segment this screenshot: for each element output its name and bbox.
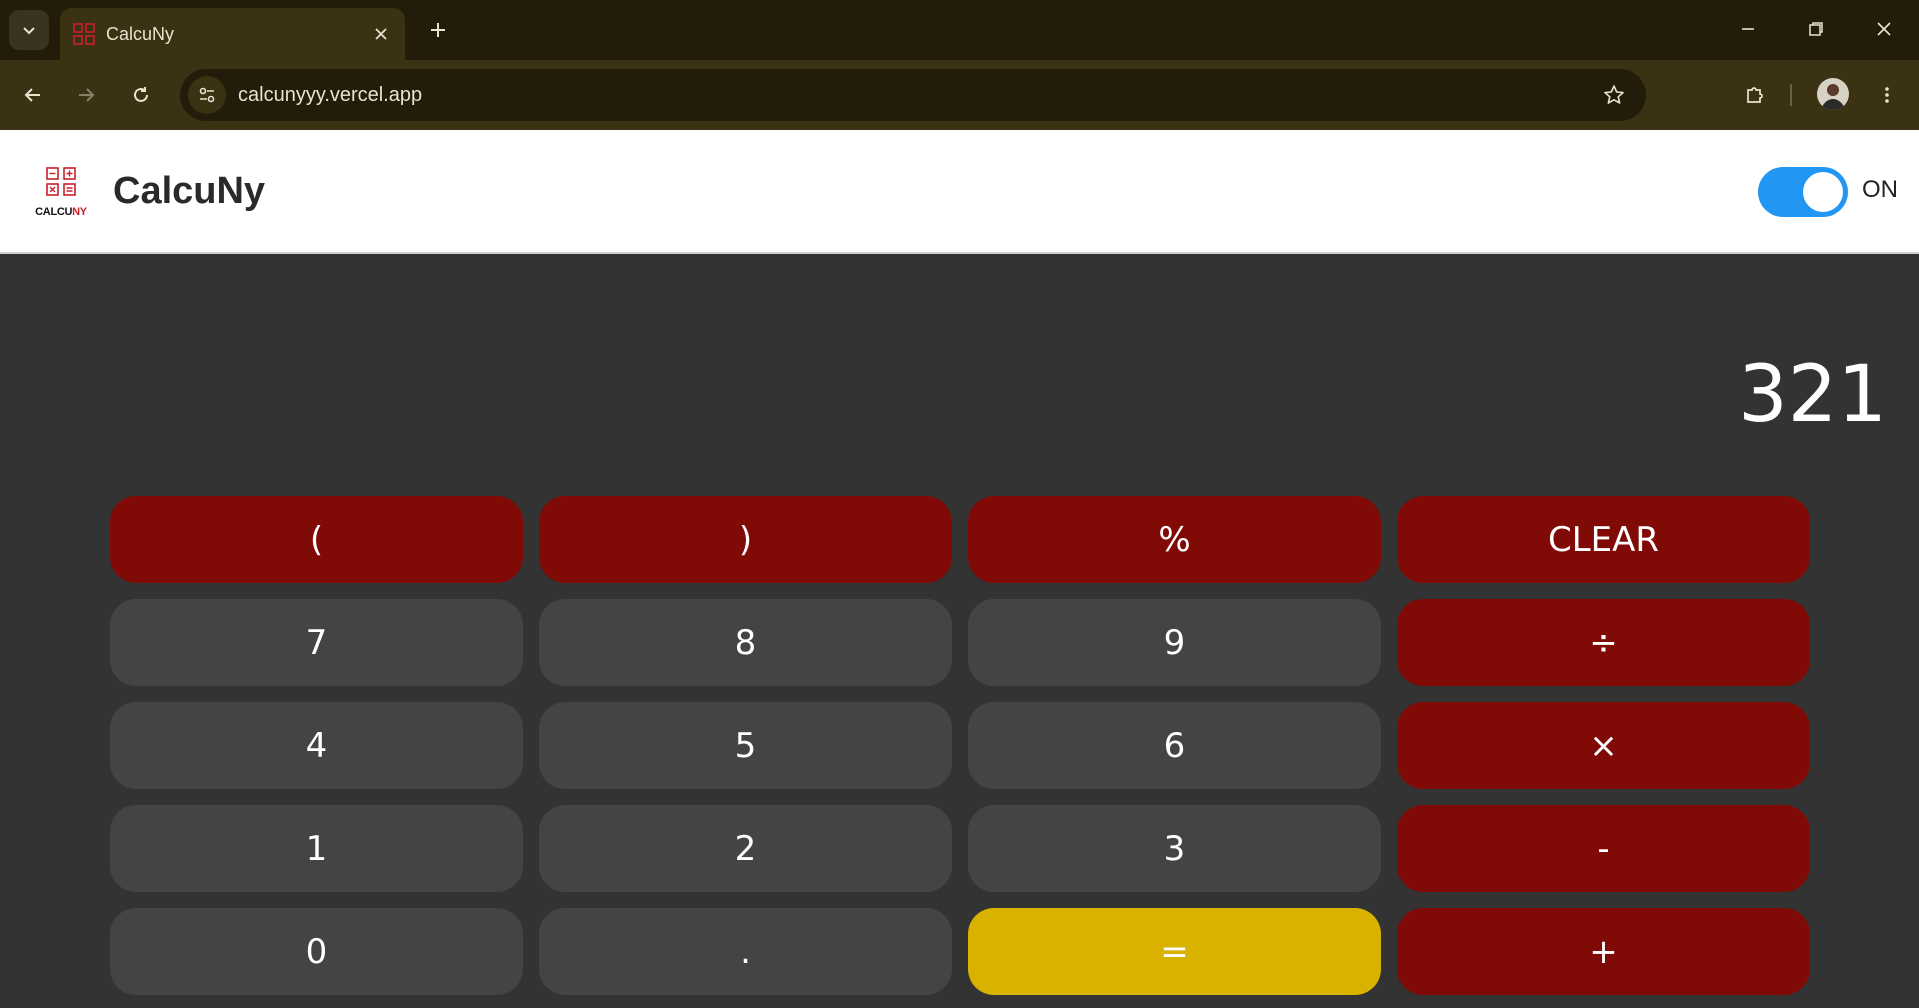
reload-button[interactable] (121, 75, 161, 115)
toggle-label: ON (1862, 176, 1898, 203)
extensions-button[interactable] (1735, 75, 1775, 115)
close-icon (1877, 22, 1891, 36)
add-key[interactable]: + (1397, 908, 1810, 995)
arrow-right-icon (79, 88, 95, 102)
digit-6-key[interactable]: 6 (968, 702, 1381, 789)
plus-icon (431, 23, 445, 37)
arrow-left-icon (24, 88, 40, 102)
subtract-key[interactable]: - (1397, 805, 1810, 892)
percent-key[interactable]: % (968, 496, 1381, 583)
digit-2-key[interactable]: 2 (539, 805, 952, 892)
browser-tab[interactable]: CalcuNy (60, 8, 405, 60)
app-header: CALCUNY CalcuNy ON (0, 130, 1919, 254)
minimize-icon (1742, 28, 1754, 30)
app-logo: CALCUNY (33, 166, 89, 218)
logo-wordmark: CALCUNY (33, 206, 89, 218)
digit-8-key[interactable]: 8 (539, 599, 952, 686)
restore-icon (1809, 22, 1823, 36)
digit-7-key[interactable]: 7 (110, 599, 523, 686)
close-window-button[interactable] (1850, 0, 1918, 58)
close-paren-key[interactable]: ) (539, 496, 952, 583)
more-vertical-icon (1885, 87, 1889, 103)
forward-button[interactable] (66, 75, 106, 115)
reload-icon (134, 87, 148, 102)
profile-avatar[interactable] (1817, 78, 1849, 110)
digit-4-key[interactable]: 4 (110, 702, 523, 789)
logo-wordmark-red: NY (72, 206, 87, 218)
calculator-display: 321 (1738, 350, 1887, 440)
toolbar-divider (1790, 84, 1792, 106)
digit-9-key[interactable]: 9 (968, 599, 1381, 686)
theme-toggle[interactable] (1758, 167, 1848, 217)
calculator-keypad: ()% CLEAR 7 8 9 ÷ 4 5 6 × 1 2 3- 0. = + (110, 496, 1811, 995)
star-icon (1604, 85, 1624, 104)
digit-5-key[interactable]: 5 (539, 702, 952, 789)
app-title: CalcuNy (113, 170, 266, 212)
bookmark-button[interactable] (1594, 75, 1634, 115)
minimize-button[interactable] (1714, 0, 1782, 58)
clear-key[interactable]: CLEAR (1397, 496, 1810, 583)
close-icon (375, 28, 387, 40)
restore-button[interactable] (1782, 0, 1850, 58)
url-text: calcunyyy.vercel.app (238, 83, 423, 106)
logo-wordmark-dark: CALCU (35, 206, 73, 218)
multiply-key[interactable]: × (1397, 702, 1810, 789)
divide-key[interactable]: ÷ (1397, 599, 1810, 686)
address-bar[interactable]: calcunyyy.vercel.app (180, 69, 1646, 121)
tab-search-button[interactable] (9, 10, 49, 50)
open-paren-key[interactable]: ( (110, 496, 523, 583)
tab-close-button[interactable] (367, 20, 395, 48)
tune-icon (199, 87, 215, 103)
browser-menu-button[interactable] (1867, 75, 1907, 115)
person-icon (1821, 84, 1845, 110)
browser-tab-bar: CalcuNy (0, 0, 1919, 60)
tab-title: CalcuNy (106, 23, 175, 44)
equals-key[interactable]: = (968, 908, 1381, 995)
puzzle-icon (1747, 87, 1763, 103)
chevron-down-icon (23, 27, 35, 35)
back-button[interactable] (13, 75, 53, 115)
calcuny-favicon-icon (73, 23, 95, 45)
decimal-key[interactable]: . (539, 908, 952, 995)
toggle-knob (1803, 172, 1843, 212)
digit-1-key[interactable]: 1 (110, 805, 523, 892)
site-info-button[interactable] (188, 76, 226, 114)
digit-3-key[interactable]: 3 (968, 805, 1381, 892)
browser-toolbar: calcunyyy.vercel.app (0, 60, 1919, 130)
calculator-logo-icon (46, 167, 76, 196)
digit-0-key[interactable]: 0 (110, 908, 523, 995)
new-tab-button[interactable] (420, 12, 456, 48)
